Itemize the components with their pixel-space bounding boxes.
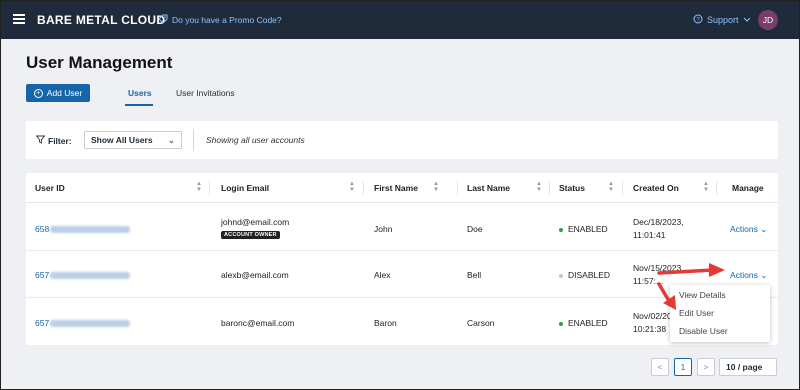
status-badge: DISABLED	[559, 270, 610, 280]
plus-circle-icon: +	[33, 88, 43, 98]
chevron-down-icon: ⌄	[757, 224, 768, 234]
filter-result-note: Showing all user accounts	[206, 135, 305, 145]
table-header: User ID ▲ ▼ Login Email ▲ ▼ First Name ▲ ▼ …	[26, 173, 778, 203]
filter-label-text: Filter:	[48, 135, 72, 146]
top-navigation-bar: BARE METAL CLOUD Do you have a Promo Cod…	[1, 1, 799, 39]
redacted-id	[50, 320, 131, 328]
brand-logo[interactable]: BARE METAL CLOUD	[37, 13, 165, 27]
filter-label: Filter:	[35, 135, 72, 146]
created-time: 11:57:...	[633, 276, 664, 286]
menu-icon[interactable]	[13, 14, 25, 24]
filter-icon	[35, 135, 46, 146]
user-filter-select[interactable]: Show All Users ⌄	[84, 131, 182, 149]
sort-icon[interactable]: ▲ ▼	[349, 181, 355, 193]
redacted-id	[50, 272, 131, 280]
status-dot-icon	[559, 273, 563, 278]
status-badge: ENABLED	[559, 318, 608, 328]
filter-bar: Filter: Show All Users ⌄ Showing all use…	[26, 121, 778, 159]
actions-label: Actions	[730, 224, 758, 234]
divider	[193, 129, 194, 151]
sort-icon[interactable]: ▲ ▼	[608, 181, 614, 193]
chevron-down-icon: ⌄	[167, 135, 175, 145]
users-table: User ID ▲ ▼ Login Email ▲ ▼ First Name ▲ ▼ …	[26, 173, 778, 345]
last-name: Doe	[467, 224, 483, 234]
table-row: 657 alexb@email.com Alex Bell DISABLED N…	[26, 251, 778, 298]
column-divider	[457, 181, 458, 195]
status-badge: ENABLED	[559, 224, 608, 234]
user-avatar[interactable]: JD	[758, 10, 778, 30]
active-tab-indicator	[125, 104, 153, 106]
actions-dropdown-menu: View Details Edit User Disable User	[670, 285, 770, 342]
chevron-down-icon: ⌄	[757, 270, 768, 280]
column-divider	[549, 181, 550, 195]
first-name: John	[374, 224, 393, 234]
actions-menu-button[interactable]: Actions ⌄	[730, 270, 767, 281]
sort-icon[interactable]: ▲ ▼	[196, 181, 202, 193]
menu-item-edit-user[interactable]: Edit User	[679, 308, 714, 318]
status-label: ENABLED	[568, 224, 608, 234]
login-email: alexb@email.com	[221, 270, 289, 280]
column-divider	[209, 181, 210, 195]
app-window: BARE METAL CLOUD Do you have a Promo Cod…	[0, 0, 800, 390]
first-name: Alex	[374, 270, 391, 280]
next-page-button[interactable]: >	[697, 358, 715, 376]
actions-menu-button[interactable]: Actions ⌄	[730, 224, 767, 235]
column-header-status[interactable]: Status	[559, 183, 585, 193]
table-row: 657 baronc@email.com Baron Carson ENABLE…	[26, 298, 778, 345]
page-1-button[interactable]: 1	[674, 358, 692, 376]
column-header-first-name[interactable]: First Name	[374, 183, 418, 193]
sort-icon[interactable]: ▲ ▼	[703, 181, 709, 193]
login-email: baronc@email.com	[221, 318, 295, 328]
tab-user-invitations[interactable]: User Invitations	[176, 88, 235, 98]
column-header-created-on[interactable]: Created On	[633, 183, 679, 193]
filter-selected-value: Show All Users	[91, 135, 153, 145]
last-name: Carson	[467, 318, 495, 328]
support-menu[interactable]: ? Support	[693, 14, 751, 26]
created-date: Nov/15/2023,	[633, 263, 684, 273]
column-header-manage: Manage	[732, 183, 764, 193]
tag-icon	[158, 14, 168, 26]
created-time: 11:01:41	[633, 230, 666, 240]
tab-users[interactable]: Users	[128, 88, 152, 98]
user-id-prefix: 658	[35, 224, 50, 234]
redacted-id	[50, 226, 131, 234]
column-header-login-email[interactable]: Login Email	[221, 183, 269, 193]
user-id-prefix: 657	[35, 318, 50, 328]
column-divider	[363, 181, 364, 195]
status-dot-icon	[559, 321, 563, 326]
menu-item-view-details[interactable]: View Details	[679, 290, 726, 300]
user-id-prefix: 657	[35, 270, 50, 280]
add-user-label: Add User	[46, 88, 83, 98]
menu-item-disable-user[interactable]: Disable User	[679, 326, 728, 336]
status-label: ENABLED	[568, 318, 608, 328]
support-label: Support	[707, 15, 739, 25]
sort-icon[interactable]: ▲ ▼	[536, 181, 542, 193]
sort-icon[interactable]: ▲ ▼	[433, 181, 439, 193]
page-title: User Management	[26, 53, 173, 72]
status-label: DISABLED	[568, 270, 611, 280]
chevron-down-icon	[743, 15, 751, 25]
column-divider	[716, 181, 717, 195]
column-header-last-name[interactable]: Last Name	[467, 183, 510, 193]
user-id-link[interactable]: 657	[35, 270, 131, 280]
user-id-link[interactable]: 658	[35, 224, 131, 234]
created-date: Dec/18/2023,	[633, 217, 684, 227]
login-email: johnd@email.com	[221, 217, 290, 227]
promo-code-label: Do you have a Promo Code?	[172, 15, 282, 25]
column-divider	[622, 181, 623, 195]
promo-code-link[interactable]: Do you have a Promo Code?	[158, 14, 282, 26]
column-header-user-id[interactable]: User ID	[35, 183, 65, 193]
status-dot-icon	[559, 227, 563, 232]
last-name: Bell	[467, 270, 482, 280]
actions-label: Actions	[730, 270, 758, 280]
help-icon: ?	[693, 14, 703, 26]
table-row: 658 johnd@email.com ACCOUNT OWNER John D…	[26, 203, 778, 251]
page-size-select[interactable]: 10 / page	[719, 358, 777, 376]
user-id-link[interactable]: 657	[35, 318, 131, 328]
add-user-button[interactable]: + Add User	[26, 84, 90, 102]
account-owner-badge: ACCOUNT OWNER	[221, 231, 280, 239]
created-time: 10:21:38	[633, 324, 667, 334]
first-name: Baron	[374, 318, 397, 328]
prev-page-button[interactable]: <	[651, 358, 669, 376]
